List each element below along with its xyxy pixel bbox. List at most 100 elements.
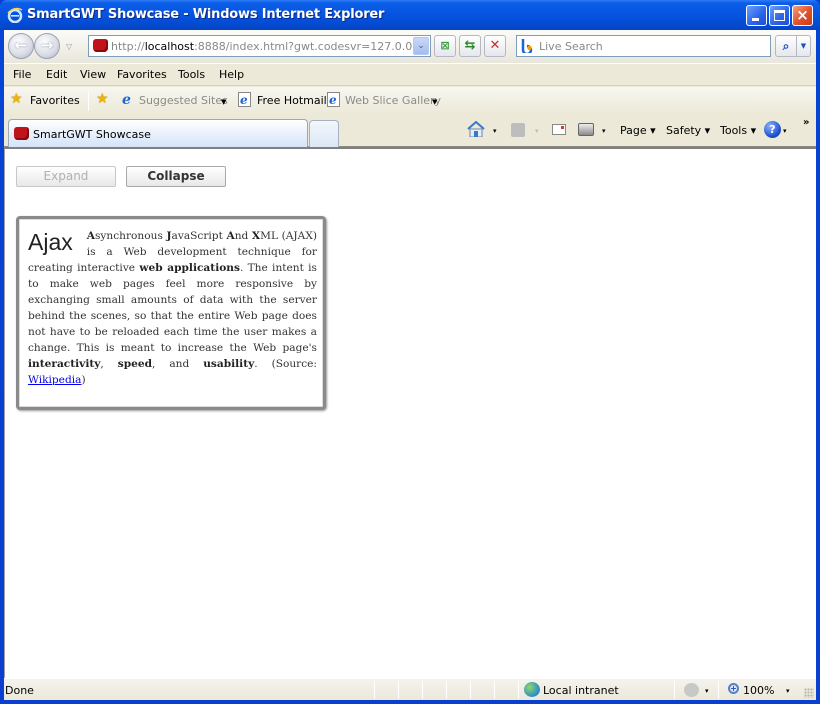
new-tab-button[interactable]: [309, 120, 339, 147]
browser-chrome: ← → ▽ http://localhost:8888/index.html?g…: [4, 30, 816, 147]
page-menu[interactable]: Page ▾: [620, 124, 656, 137]
compatibility-view-button[interactable]: ⊠: [434, 35, 456, 57]
menu-favorites[interactable]: Favorites: [117, 68, 167, 81]
maximize-button[interactable]: [769, 5, 790, 26]
internet-explorer-icon: [7, 7, 23, 23]
closing-paren: ): [81, 374, 86, 386]
title-bar[interactable]: SmartGWT Showcase - Windows Internet Exp…: [0, 0, 820, 30]
status-text: Done: [5, 684, 34, 697]
bold-text: interactivity: [28, 358, 101, 370]
address-bar[interactable]: http://localhost:8888/index.html?gwt.cod…: [88, 35, 431, 57]
close-button[interactable]: ×: [792, 5, 813, 26]
add-to-favorites-bar-button[interactable]: ★: [96, 91, 109, 107]
safety-menu[interactable]: Safety ▾: [666, 124, 710, 137]
web-page-icon: e: [238, 92, 251, 107]
address-dropdown-button[interactable]: ⌄: [413, 37, 429, 55]
home-icon[interactable]: [467, 121, 485, 137]
address-url[interactable]: http://localhost:8888/index.html?gwt.cod…: [111, 40, 413, 53]
browser-window: SmartGWT Showcase - Windows Internet Exp…: [0, 0, 820, 704]
search-button[interactable]: ⌕: [775, 35, 797, 57]
url-path: :8888/index.html?gwt.codesvr=127.0.0.1:9…: [194, 40, 413, 53]
menu-tools[interactable]: Tools: [178, 68, 205, 81]
text: ,: [100, 358, 118, 370]
tab-bar: SmartGWT Showcase ▾ ▾ ▾ Page ▾ Safety ▾ …: [4, 115, 816, 147]
forward-button[interactable]: →: [34, 33, 60, 59]
window-title: SmartGWT Showcase - Windows Internet Exp…: [27, 7, 385, 22]
favorites-link-web-slice-gallery[interactable]: Web Slice Gallery: [345, 94, 441, 107]
back-button[interactable]: ←: [8, 33, 34, 59]
bold-text: A: [86, 230, 95, 242]
page-content: Expand Collapse Ajax Asynchronous JavaScr…: [4, 147, 816, 678]
resize-grip[interactable]: [804, 688, 814, 698]
toolbar-overflow-button[interactable]: »: [803, 117, 809, 128]
navigation-bar: ← → ▽ http://localhost:8888/index.html?g…: [4, 30, 816, 63]
favorites-link-free-hotmail[interactable]: Free Hotmail: [257, 94, 327, 107]
feeds-dropdown[interactable]: ▾: [535, 127, 539, 135]
search-options-dropdown[interactable]: ▼: [796, 35, 811, 57]
refresh-icon: ⇆: [464, 38, 476, 53]
status-divider: [674, 681, 675, 699]
menu-view[interactable]: View: [80, 68, 106, 81]
stop-button[interactable]: ✕: [484, 35, 506, 57]
search-box[interactable]: Live Search: [516, 35, 771, 57]
url-host: localhost: [144, 40, 195, 53]
read-mail-icon[interactable]: [552, 124, 566, 135]
text: , and: [152, 358, 204, 370]
internet-explorer-icon: e: [122, 92, 131, 108]
favorites-link-suggested-sites[interactable]: Suggested Sites: [139, 94, 228, 107]
text: synchronous: [94, 230, 167, 242]
chevron-down-icon[interactable]: ▼: [221, 98, 226, 106]
home-dropdown[interactable]: ▾: [493, 127, 497, 135]
favorites-star-icon: ★: [10, 91, 23, 107]
help-dropdown[interactable]: ▾: [783, 127, 787, 135]
status-divider: [518, 681, 519, 699]
bold-text: web applications: [139, 262, 240, 274]
tab-label: SmartGWT Showcase: [33, 128, 151, 141]
compatibility-view-icon: ⊠: [440, 39, 450, 52]
web-page-icon: e: [327, 92, 340, 107]
status-divider: [446, 681, 447, 699]
minimize-button[interactable]: [746, 5, 767, 26]
help-icon[interactable]: ?: [764, 121, 781, 138]
zoom-icon: +: [728, 683, 739, 694]
drop-word: Ajax: [28, 229, 73, 255]
print-dropdown[interactable]: ▾: [602, 127, 606, 135]
menu-file[interactable]: File: [13, 68, 31, 81]
chevron-down-icon[interactable]: ▼: [432, 98, 437, 106]
toolbar-separator: [88, 91, 89, 111]
tab-smartgwt-showcase[interactable]: SmartGWT Showcase: [8, 119, 308, 147]
status-divider: [494, 681, 495, 699]
site-favicon-icon: [93, 39, 108, 52]
security-zone[interactable]: Local intranet: [543, 684, 619, 697]
menu-help[interactable]: Help: [219, 68, 244, 81]
collapse-button[interactable]: Collapse: [126, 166, 226, 187]
zoom-level[interactable]: 100%: [743, 684, 774, 697]
close-icon: ×: [796, 6, 809, 24]
feeds-icon[interactable]: [511, 123, 525, 137]
minimize-icon: [752, 18, 759, 21]
stop-icon: ✕: [489, 38, 501, 53]
menu-edit[interactable]: Edit: [46, 68, 67, 81]
status-divider: [398, 681, 399, 699]
wikipedia-link[interactable]: Wikipedia: [28, 374, 81, 386]
bold-text: usability: [203, 358, 255, 370]
expand-button[interactable]: Expand: [16, 166, 116, 187]
print-icon[interactable]: [578, 123, 594, 136]
tools-menu[interactable]: Tools ▾: [720, 124, 756, 137]
maximize-icon: [774, 10, 785, 21]
bold-text: X: [251, 230, 261, 242]
search-input[interactable]: Live Search: [539, 40, 603, 53]
zoom-dropdown[interactable]: ▾: [786, 687, 790, 695]
refresh-button[interactable]: ⇆: [459, 35, 481, 57]
text: . The intent is to make web pages feel m…: [28, 262, 317, 354]
back-arrow-icon: ←: [14, 36, 28, 54]
protected-mode-dropdown[interactable]: ▾: [705, 687, 709, 695]
favorites-button[interactable]: Favorites: [30, 94, 80, 107]
recent-pages-dropdown[interactable]: ▽: [66, 42, 72, 51]
forward-arrow-icon: →: [40, 36, 54, 54]
status-divider: [718, 681, 719, 699]
ajax-info-panel: Ajax Asynchronous JavaScript And XML (AJA…: [16, 216, 326, 410]
protected-mode-icon[interactable]: [684, 683, 699, 697]
status-bar: Done Local intranet ▾ + 100% ▾: [4, 678, 816, 700]
site-favicon-icon: [14, 127, 29, 140]
